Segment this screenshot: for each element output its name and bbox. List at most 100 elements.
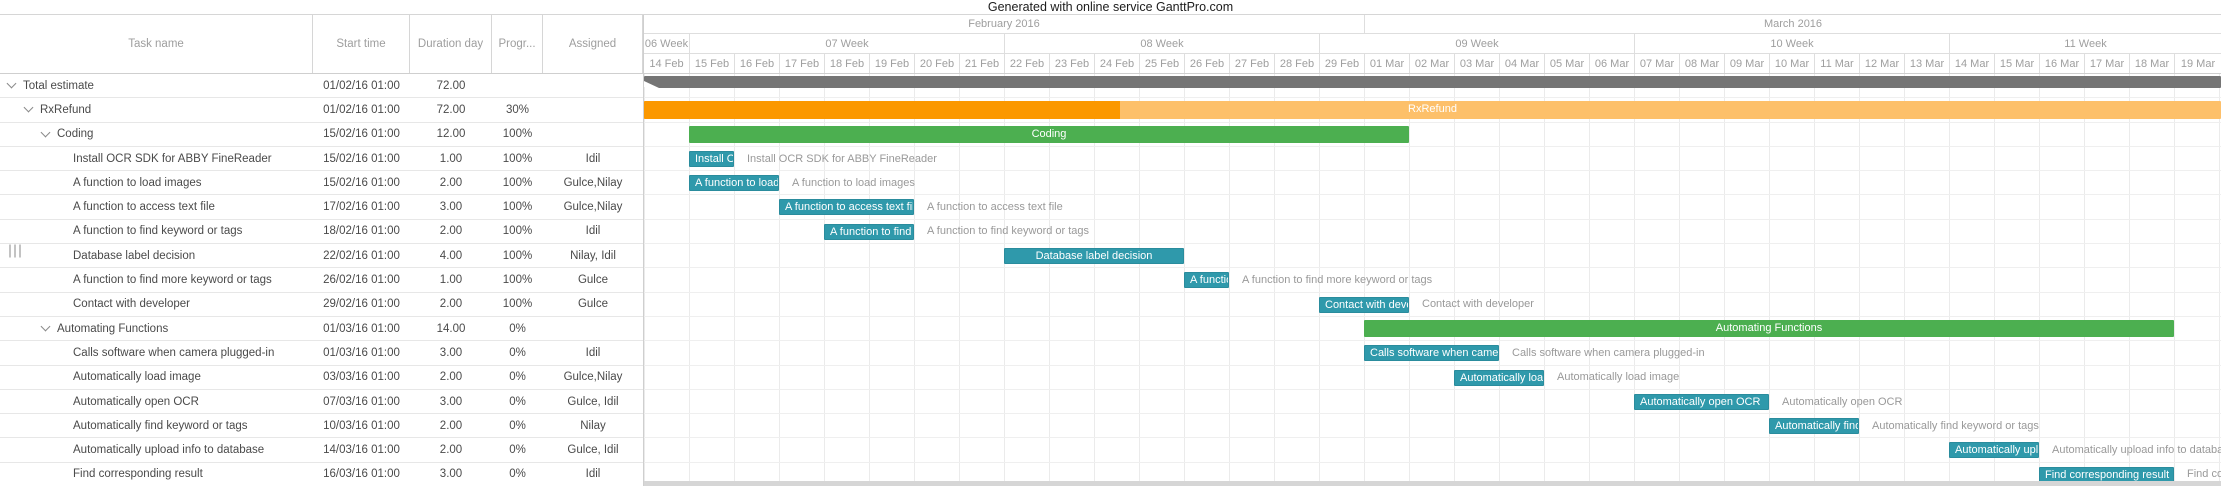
assigned-cell[interactable]	[543, 123, 643, 146]
assigned-cell[interactable]: Gulce, Idil	[543, 438, 643, 461]
gantt-bar-green[interactable]: Automating Functions	[1364, 319, 2174, 337]
start-cell[interactable]: 07/03/16 01:00	[313, 390, 410, 413]
progress-cell[interactable]: 100%	[492, 195, 543, 218]
duration-cell[interactable]: 3.00	[410, 463, 492, 486]
start-cell[interactable]: 01/03/16 01:00	[313, 341, 410, 364]
duration-cell[interactable]: 1.00	[410, 268, 492, 291]
progress-cell[interactable]	[492, 74, 543, 97]
column-header-duration-day[interactable]: Duration day	[410, 15, 492, 73]
assigned-cell[interactable]	[543, 317, 643, 340]
start-cell[interactable]: 03/03/16 01:00	[313, 366, 410, 389]
assigned-cell[interactable]: Idil	[543, 341, 643, 364]
duration-cell[interactable]: 14.00	[410, 317, 492, 340]
task-name-cell[interactable]: Calls software when camera plugged-in	[0, 341, 313, 364]
column-header-start-time[interactable]: Start time	[313, 15, 410, 73]
start-cell[interactable]: 17/02/16 01:00	[313, 195, 410, 218]
start-cell[interactable]: 26/02/16 01:00	[313, 268, 410, 291]
column-grip-icon[interactable]	[9, 244, 21, 257]
column-header-progr-[interactable]: Progr...	[492, 15, 543, 73]
gantt-bar-green[interactable]: Coding	[689, 125, 1409, 143]
assigned-cell[interactable]: Nilay, Idil	[543, 244, 643, 267]
duration-cell[interactable]: 3.00	[410, 390, 492, 413]
gantt-bar-teal[interactable]: Find corresponding result	[2039, 466, 2174, 483]
start-cell[interactable]: 16/03/16 01:00	[313, 463, 410, 486]
progress-cell[interactable]: 30%	[492, 98, 543, 121]
progress-cell[interactable]: 0%	[492, 463, 543, 486]
gantt-bar-teal[interactable]: Automatically upload info to database	[1949, 442, 2039, 459]
horizontal-scrollbar[interactable]	[644, 481, 2221, 486]
duration-cell[interactable]: 12.00	[410, 123, 492, 146]
assigned-cell[interactable]: Idil	[543, 463, 643, 486]
gantt-bar-teal[interactable]: Calls software when camera plugged-in	[1364, 345, 1499, 362]
collapse-caret-icon[interactable]	[6, 78, 17, 89]
task-name-cell[interactable]: Install OCR SDK for ABBY FineReader	[0, 147, 313, 170]
assigned-cell[interactable]: Gulce	[543, 268, 643, 291]
assigned-cell[interactable]: Gulce	[543, 293, 643, 316]
assigned-cell[interactable]: Nilay	[543, 414, 643, 437]
duration-cell[interactable]: 72.00	[410, 74, 492, 97]
task-name-cell[interactable]: Automatically open OCR	[0, 390, 313, 413]
duration-cell[interactable]: 2.00	[410, 438, 492, 461]
task-name-cell[interactable]: Automatically upload info to database	[0, 438, 313, 461]
collapse-caret-icon[interactable]	[23, 102, 34, 113]
start-cell[interactable]: 01/02/16 01:00	[313, 98, 410, 121]
task-name-cell[interactable]: A function to find more keyword or tags	[0, 268, 313, 291]
progress-cell[interactable]: 0%	[492, 438, 543, 461]
gantt-bar-teal[interactable]: Database label decision	[1004, 248, 1184, 265]
task-name-cell[interactable]: Database label decision	[0, 244, 313, 267]
progress-cell[interactable]: 0%	[492, 341, 543, 364]
progress-cell[interactable]: 100%	[492, 123, 543, 146]
assigned-cell[interactable]: Gulce,Nilay	[543, 195, 643, 218]
duration-cell[interactable]: 4.00	[410, 244, 492, 267]
gantt-bar-teal[interactable]: Install OCR SDK for ABBY FineReader	[689, 150, 734, 167]
task-name-cell[interactable]: Coding	[0, 123, 313, 146]
duration-cell[interactable]: 2.00	[410, 293, 492, 316]
progress-cell[interactable]: 0%	[492, 366, 543, 389]
task-name-cell[interactable]: RxRefund	[0, 98, 313, 121]
duration-cell[interactable]: 3.00	[410, 341, 492, 364]
gantt-bar-teal[interactable]: Contact with developer	[1319, 296, 1409, 313]
progress-cell[interactable]: 0%	[492, 414, 543, 437]
task-name-cell[interactable]: Total estimate	[0, 74, 313, 97]
duration-cell[interactable]: 72.00	[410, 98, 492, 121]
assigned-cell[interactable]: Idil	[543, 220, 643, 243]
gantt-bar-teal[interactable]: Automatically find keyword or tags	[1769, 418, 1859, 435]
start-cell[interactable]: 22/02/16 01:00	[313, 244, 410, 267]
collapse-caret-icon[interactable]	[40, 321, 51, 332]
gantt-bar-teal[interactable]: A function to load images	[689, 175, 779, 192]
assigned-cell[interactable]: Gulce,Nilay	[543, 171, 643, 194]
assigned-cell[interactable]: Gulce,Nilay	[543, 366, 643, 389]
duration-cell[interactable]: 3.00	[410, 195, 492, 218]
task-name-cell[interactable]: Contact with developer	[0, 293, 313, 316]
assigned-cell[interactable]	[543, 74, 643, 97]
start-cell[interactable]: 01/02/16 01:00	[313, 74, 410, 97]
start-cell[interactable]: 29/02/16 01:00	[313, 293, 410, 316]
task-name-cell[interactable]: Automating Functions	[0, 317, 313, 340]
duration-cell[interactable]: 2.00	[410, 366, 492, 389]
start-cell[interactable]: 18/02/16 01:00	[313, 220, 410, 243]
progress-cell[interactable]: 100%	[492, 147, 543, 170]
progress-cell[interactable]: 0%	[492, 317, 543, 340]
duration-cell[interactable]: 2.00	[410, 414, 492, 437]
progress-cell[interactable]: 100%	[492, 220, 543, 243]
gantt-bar-teal[interactable]: Automatically open OCR	[1634, 393, 1769, 410]
assigned-cell[interactable]: Idil	[543, 147, 643, 170]
gantt-bar-teal[interactable]: A function to find more keyword or tags	[1184, 272, 1229, 289]
collapse-caret-icon[interactable]	[40, 127, 51, 138]
column-header-assigned[interactable]: Assigned	[543, 15, 643, 73]
task-name-cell[interactable]: A function to load images	[0, 171, 313, 194]
column-header-task-name[interactable]: Task name	[0, 15, 313, 73]
start-cell[interactable]: 15/02/16 01:00	[313, 123, 410, 146]
task-name-cell[interactable]: A function to find keyword or tags	[0, 220, 313, 243]
task-name-cell[interactable]: Find corresponding result	[0, 463, 313, 486]
gantt-bar-teal[interactable]: A function to access text file	[779, 199, 914, 216]
progress-cell[interactable]: 0%	[492, 390, 543, 413]
task-name-cell[interactable]: Automatically find keyword or tags	[0, 414, 313, 437]
gantt-bar-teal[interactable]: Automatically load image	[1454, 369, 1544, 386]
duration-cell[interactable]: 1.00	[410, 147, 492, 170]
start-cell[interactable]: 14/03/16 01:00	[313, 438, 410, 461]
progress-cell[interactable]: 100%	[492, 171, 543, 194]
duration-cell[interactable]: 2.00	[410, 220, 492, 243]
start-cell[interactable]: 10/03/16 01:00	[313, 414, 410, 437]
start-cell[interactable]: 01/03/16 01:00	[313, 317, 410, 340]
